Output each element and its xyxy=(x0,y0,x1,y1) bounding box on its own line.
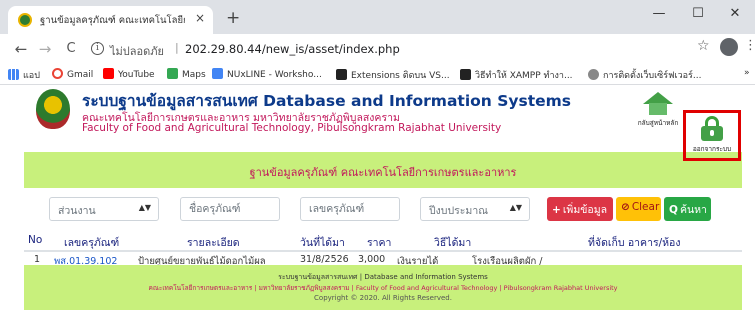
home-label: กลับสู่หน้าหลัก xyxy=(637,119,679,127)
browser-toolbar: ← → C i ไม่ปลอดภัย | 202.29.80.44/new_is… xyxy=(0,34,755,65)
asset-number-field[interactable] xyxy=(300,197,400,221)
bookmark-star-icon[interactable]: ☆ xyxy=(697,38,710,54)
profile-avatar-icon[interactable] xyxy=(720,38,738,56)
clear-button[interactable]: ⊘ Clear xyxy=(616,197,661,221)
table-header: No เลขครุภัณฑ์ รายละเอียด วันที่ได้มา รา… xyxy=(24,230,742,252)
asset-name-field[interactable] xyxy=(180,197,280,221)
cell-price: 3,000 xyxy=(358,254,386,265)
budget-year-select[interactable]: ปีงบประมาณ ▲▼ xyxy=(420,197,530,221)
url-text[interactable]: 202.29.80.44/new_is/asset/index.php xyxy=(185,42,400,56)
bookmarks-bar: แอป Gmail YouTube Maps NUxLINE - Worksho… xyxy=(0,65,755,85)
browser-tab-strip: ฐานข้อมูลครุภัณฑ์ คณะเทคโนโลยีการ × + — … xyxy=(0,0,755,34)
google-icon xyxy=(52,68,63,79)
column-header: ราคา xyxy=(367,237,392,249)
cell-date: 31/8/2526 xyxy=(300,254,349,265)
plus-icon: + xyxy=(552,204,561,216)
info-icon[interactable]: i xyxy=(91,42,104,55)
university-logo xyxy=(36,89,70,129)
minimize-icon[interactable]: — xyxy=(644,6,674,21)
select-arrow-icon: ▲▼ xyxy=(509,203,522,212)
search-button[interactable]: Q ค้นหา xyxy=(664,197,711,221)
back-icon[interactable]: ← xyxy=(12,41,30,57)
address-bar[interactable]: i ไม่ปลอดภัย | 202.29.80.44/new_is/asset… xyxy=(88,38,718,61)
page-footer: ระบบฐานข้อมูลสารสนเทศ | Database and Inf… xyxy=(24,265,742,310)
bookmark-youtube[interactable]: YouTube xyxy=(103,68,155,80)
cell-no: 1 xyxy=(34,254,41,265)
maps-icon xyxy=(167,68,178,79)
column-header: ที่จัดเก็บ อาคาร/ห้อง xyxy=(588,237,681,249)
browser-menu-icon[interactable]: ⋮ xyxy=(744,38,755,53)
reload-icon[interactable]: C xyxy=(62,41,80,57)
banner-title: ฐานข้อมูลครุภัณฑ์ คณะเทคโนโลยีการเกษตรแล… xyxy=(249,166,517,179)
browser-tab[interactable]: ฐานข้อมูลครุภัณฑ์ คณะเทคโนโลยีการ × xyxy=(8,6,213,34)
bookmarks-overflow-icon[interactable]: » xyxy=(744,68,750,78)
department-select[interactable]: ส่วนงาน ▲▼ xyxy=(49,197,159,221)
bookmark-extensions[interactable]: Extensions ติดบน VS... xyxy=(336,68,450,82)
security-status: ไม่ปลอดภัย xyxy=(110,45,164,58)
tab-title: ฐานข้อมูลครุภัณฑ์ คณะเทคโนโลยีการ xyxy=(40,15,185,26)
footer-faculty: คณะเทคโนโลยีการเกษตรและอาหาร | มหาวิทยาล… xyxy=(148,284,618,292)
link-icon xyxy=(588,69,599,80)
home-button[interactable]: กลับสู่หน้าหลัก xyxy=(636,92,680,134)
tab-close-icon[interactable]: × xyxy=(192,11,208,25)
add-record-button[interactable]: + เพิ่มข้อมูล xyxy=(547,197,613,221)
column-header: No xyxy=(28,234,43,246)
maximize-icon[interactable]: ☐ xyxy=(683,6,713,21)
bookmark-xampp[interactable]: วิธีทำให้ XAMPP ทำงา... xyxy=(460,68,573,82)
page-banner: ฐานข้อมูลครุภัณฑ์ คณะเทคโนโลยีการเกษตรแล… xyxy=(24,152,742,188)
logout-label: ออกจากระบบ xyxy=(692,145,732,153)
bookmark-apps[interactable]: แอป xyxy=(8,68,40,82)
faculty-name-english: Faculty of Food and Agricultural Technol… xyxy=(82,122,502,134)
new-tab-icon[interactable]: + xyxy=(226,8,240,28)
url-divider: | xyxy=(175,41,179,54)
forward-icon[interactable]: → xyxy=(36,41,54,57)
cancel-icon: ⊘ xyxy=(621,201,630,213)
apps-grid-icon xyxy=(8,69,19,80)
bookmark-gmail[interactable]: Gmail xyxy=(52,68,93,80)
page-content: ระบบฐานข้อมูลสารสนเทศ Database and Infor… xyxy=(0,86,755,310)
youtube-icon xyxy=(103,68,114,79)
close-window-icon[interactable]: ✕ xyxy=(720,6,750,21)
search-icon: Q xyxy=(669,204,678,216)
column-header: วิธีได้มา xyxy=(434,237,472,249)
lock-icon xyxy=(700,116,724,142)
logout-button[interactable]: ออกจากระบบ xyxy=(686,116,738,154)
site-favicon-icon xyxy=(18,13,32,27)
footer-copyright: Copyright © 2020. All Rights Reserved. xyxy=(314,294,452,302)
asset-number-input[interactable] xyxy=(301,198,399,220)
forms-icon xyxy=(212,68,223,79)
bookmark-nuxline[interactable]: NUxLINE - Worksho... xyxy=(212,68,322,80)
column-header: วันที่ได้มา xyxy=(300,237,345,249)
home-icon xyxy=(643,92,673,116)
column-header: รายละเอียด xyxy=(187,237,240,249)
footer-system: ระบบฐานข้อมูลสารสนเทศ | Database and Inf… xyxy=(278,273,488,281)
asset-name-input[interactable] xyxy=(181,198,279,220)
m-icon xyxy=(336,69,347,80)
column-header: เลขครุภัณฑ์ xyxy=(64,237,120,249)
bookmark-maps[interactable]: Maps xyxy=(167,68,206,80)
m-icon xyxy=(460,69,471,80)
bookmark-webserver[interactable]: การติดตั้งเว็บเซิร์ฟเวอร์... xyxy=(588,68,701,82)
select-arrow-icon: ▲▼ xyxy=(138,203,151,212)
